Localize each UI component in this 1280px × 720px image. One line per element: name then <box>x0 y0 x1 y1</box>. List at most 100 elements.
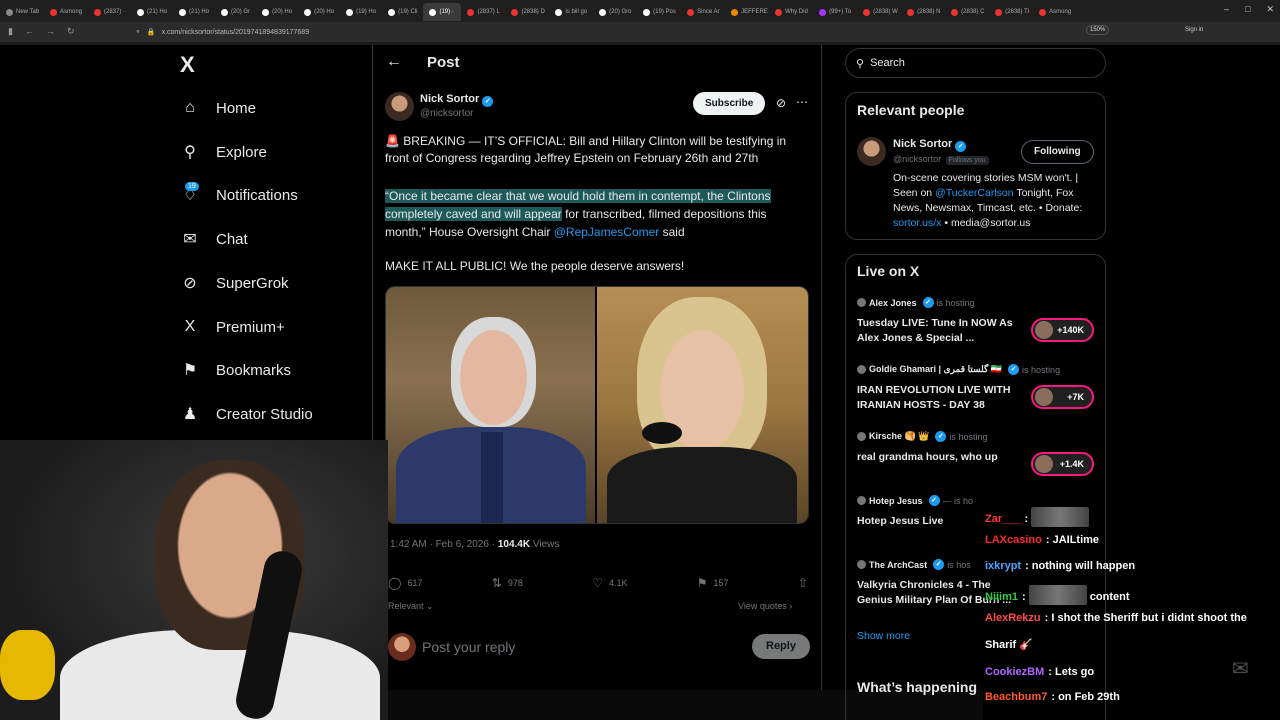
url-field[interactable]: ⚬ 🔒 x.com/nicksortor/status/201974189483… <box>135 25 1135 39</box>
nav-item-chat[interactable]: ✉ Chat <box>180 224 247 254</box>
whats-happening-title: What’s happening <box>857 679 978 695</box>
nav-item-home[interactable]: ⌂ Home <box>180 93 256 123</box>
view-quotes-link[interactable]: View quotes › <box>738 601 792 611</box>
chat-message: Zar___: <box>985 507 1090 527</box>
forward-icon[interactable]: → <box>46 26 55 37</box>
share-action[interactable]: ⇧ <box>798 576 808 590</box>
tweet-media[interactable] <box>385 286 809 524</box>
photo-right[interactable] <box>597 287 808 523</box>
chat-username[interactable]: Beachbum7 <box>985 691 1047 703</box>
browser-tab[interactable]: (2838) W <box>857 3 901 21</box>
browser-tab[interactable]: (19) · <box>423 3 462 21</box>
live-listener-count[interactable]: +140K <box>1031 318 1094 342</box>
browser-tab[interactable]: (20) Ho <box>298 3 340 21</box>
live-host[interactable]: Hotep Jesus ✓ — is ho <box>857 495 973 506</box>
nav-item-bookmarks[interactable]: ⚑ Bookmarks <box>180 355 291 385</box>
chevron-right-icon: › <box>789 601 793 611</box>
browser-tab[interactable]: (19) Pos <box>637 3 681 21</box>
browser-tab[interactable]: (20) Gr <box>215 3 256 21</box>
browser-tab[interactable]: (2837) · <box>88 3 131 21</box>
browser-tab[interactable]: (99+) To <box>813 3 857 21</box>
browser-tab[interactable]: (20) Ho <box>256 3 298 21</box>
browser-tab[interactable]: (19) Ho <box>340 3 382 21</box>
photo-left[interactable] <box>386 287 597 523</box>
chat-username[interactable]: AlexRekzu <box>985 612 1041 624</box>
bio-link[interactable]: sortor.us/x <box>893 217 941 229</box>
sign-in-button[interactable]: Sign in <box>1185 27 1203 33</box>
subscribe-button[interactable]: Subscribe <box>693 92 766 115</box>
browser-tab[interactable]: (21) Ho <box>173 3 215 21</box>
back-icon[interactable]: ← <box>25 26 34 37</box>
timestamp[interactable]: 1:42 AM · Feb 6, 2026 · <box>390 539 498 550</box>
sort-relevant-dropdown[interactable]: Relevant ⌄ <box>388 601 434 612</box>
live-host[interactable]: Alex Jones ✓ is hosting <box>857 297 975 308</box>
close-icon[interactable]: ✕ <box>1266 4 1274 15</box>
author-avatar[interactable] <box>385 92 414 121</box>
live-space-title[interactable]: real grandma hours, who up <box>857 450 1027 465</box>
chat-username[interactable]: Niiim1 <box>985 591 1018 603</box>
browser-tab[interactable]: Asmong <box>44 3 88 21</box>
mention-link[interactable]: @RepJamesComer <box>554 225 660 239</box>
live-host[interactable]: The ArchCast ✓ is hos <box>857 559 971 570</box>
nav-item-explore[interactable]: ⚲ Explore <box>180 137 267 167</box>
chat-username[interactable]: CookiezBM <box>985 666 1044 678</box>
author-name[interactable]: Nick Sortor ✓ <box>420 93 494 107</box>
chat-username[interactable]: Zar___ <box>985 513 1020 525</box>
browser-tab[interactable]: (19) Cli <box>382 3 423 21</box>
show-more-link[interactable]: Show more <box>857 630 910 642</box>
live-space-title[interactable]: IRAN REVOLUTION LIVE WITH IRANIAN HOSTS … <box>857 383 1027 413</box>
relevant-handle[interactable]: @nicksortor Follows you <box>893 154 989 165</box>
tab-label: JEFFERE <box>741 9 768 15</box>
browser-tab[interactable]: Asmong <box>1033 3 1077 21</box>
reload-icon[interactable]: ↻ <box>67 26 75 37</box>
live-space-title[interactable]: Tuesday LIVE: Tune In NOW As Alex Jones … <box>857 316 1027 346</box>
live-listener-count[interactable]: +7K <box>1031 385 1094 409</box>
browser-tab[interactable]: (2838) N <box>901 3 945 21</box>
zoom-level[interactable]: 150% <box>1086 25 1110 35</box>
live-listener-count[interactable]: +1.4K <box>1031 452 1094 476</box>
search-input[interactable]: ⚲ Search <box>845 48 1106 78</box>
author-handle[interactable]: @nicksortor <box>420 108 474 119</box>
more-options-icon[interactable]: ⋯ <box>796 95 808 109</box>
browser-tab[interactable]: (2838) D <box>505 3 549 21</box>
browser-tab[interactable]: New Tab <box>0 3 44 21</box>
relevant-avatar[interactable] <box>857 137 886 166</box>
following-button[interactable]: Following <box>1021 140 1094 164</box>
tab-label: (2838) W <box>873 9 898 15</box>
nav-item-premium[interactable]: X Premium+ <box>180 312 285 342</box>
like-action[interactable]: ♡ 4.1K <box>592 576 627 590</box>
sidebar-toggle-icon[interactable]: ▮ <box>8 26 13 37</box>
repost-action[interactable]: ⇅ 978 <box>492 576 523 590</box>
live-host[interactable]: Goldie Ghamari | گلستا قمری 🇮🇷 ✓ is hostin… <box>857 364 1060 375</box>
browser-tab[interactable]: JEFFERE <box>725 3 769 21</box>
chat-icon: ✉ <box>183 231 197 248</box>
browser-tab[interactable]: (2838) Tl <box>989 3 1033 21</box>
reply-input[interactable]: Post your reply <box>422 639 515 655</box>
browser-tab[interactable]: (2837) L <box>461 3 505 21</box>
tab-favicon-icon <box>687 8 695 16</box>
nav-item-supergrok[interactable]: ⊘ SuperGrok <box>180 268 288 298</box>
browser-tab[interactable]: (20) Gro <box>593 3 637 21</box>
mail-icon[interactable]: ✉ <box>1232 656 1249 681</box>
browser-tab[interactable]: (21) Ho <box>131 3 173 21</box>
browser-tab[interactable]: Since Ar <box>681 3 725 21</box>
x-logo[interactable]: X <box>180 52 195 78</box>
chat-username[interactable]: ixkrypt <box>985 560 1021 572</box>
browser-tab[interactable]: Why Did <box>769 3 813 21</box>
chat-username[interactable]: LAXcasino <box>985 534 1042 546</box>
bookmark-action[interactable]: ⚑ 157 <box>697 576 729 590</box>
reply-count: 617 <box>407 578 423 588</box>
back-arrow-icon[interactable]: ← <box>386 53 402 71</box>
grok-icon[interactable]: ⊘ <box>776 96 786 110</box>
tab-label: is bill go <box>565 9 588 15</box>
reply-action[interactable]: ◯ 617 <box>388 576 422 590</box>
reply-button[interactable]: Reply <box>752 634 810 659</box>
relevant-name[interactable]: Nick Sortor ✓ <box>893 138 967 152</box>
maximize-icon[interactable]: □ <box>1245 4 1250 15</box>
nav-item-creator-studio[interactable]: ♟ Creator Studio <box>180 399 313 429</box>
minimize-icon[interactable]: – <box>1224 4 1229 15</box>
bio-mention[interactable]: @TuckerCarlson <box>935 187 1014 199</box>
browser-tab[interactable]: (2838) C <box>945 3 989 21</box>
browser-tab[interactable]: is bill go <box>549 3 593 21</box>
live-host[interactable]: Kirsche 🥞 👑 ✓ is hosting <box>857 431 987 442</box>
